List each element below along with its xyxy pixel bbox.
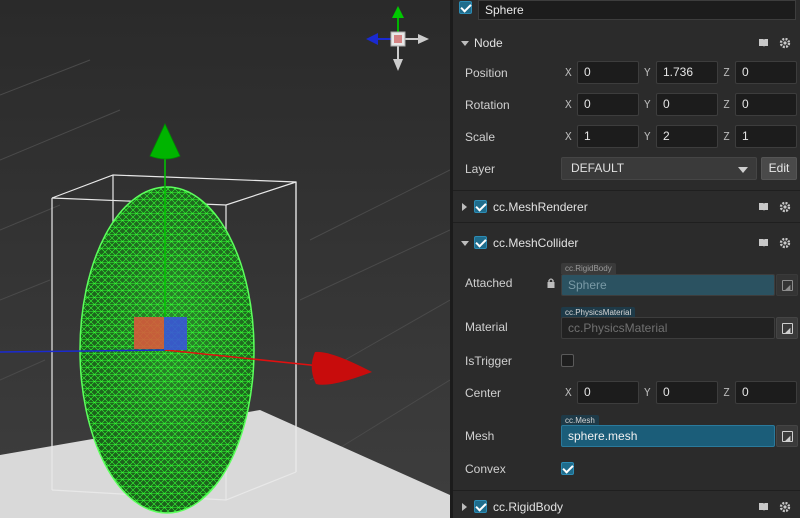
scale-row: Scale X 1 Y 2 Z 1: [453, 124, 800, 150]
center-y-input[interactable]: 0: [656, 381, 718, 404]
attached-label: Attached: [465, 276, 513, 290]
chevron-down-icon: [738, 167, 748, 173]
scene-viewport[interactable]: [0, 0, 450, 518]
attached-type-tag: cc.RigidBody: [561, 263, 616, 274]
layer-edit-button[interactable]: Edit: [761, 157, 797, 180]
convex-checkbox[interactable]: [561, 462, 574, 475]
axis-z-label: Z: [723, 98, 730, 111]
convex-row: Convex: [453, 458, 800, 482]
layer-row: Layer DEFAULT Edit: [453, 156, 800, 182]
mesh-renderer-enabled-checkbox[interactable]: [474, 200, 487, 213]
axis-x-label: X: [565, 66, 572, 79]
position-z-input[interactable]: 0: [735, 61, 797, 84]
collapse-arrow-icon[interactable]: [461, 41, 469, 46]
scale-y-input[interactable]: 2: [656, 125, 718, 148]
axis-y-label: Y: [644, 130, 651, 143]
axis-y-label: Y: [644, 386, 651, 399]
divider: [453, 190, 800, 191]
mesh-renderer-title: cc.MeshRenderer: [493, 200, 588, 214]
book-icon[interactable]: [758, 202, 769, 212]
axis-z-label: Z: [723, 130, 730, 143]
gear-icon[interactable]: [779, 501, 791, 513]
mesh-collider-title: cc.MeshCollider: [493, 236, 579, 250]
center-label: Center: [465, 386, 502, 400]
book-icon[interactable]: [758, 238, 769, 248]
rotation-x-input[interactable]: 0: [577, 93, 639, 116]
node-name-input[interactable]: Sphere: [478, 0, 796, 20]
attached-row: Attached cc.RigidBody Sphere: [453, 262, 800, 296]
mesh-collider-enabled-checkbox[interactable]: [474, 236, 487, 249]
rotation-row: Rotation X 0 Y 0 Z 0: [453, 92, 800, 118]
node-section-title: Node: [474, 36, 503, 50]
material-field[interactable]: cc.PhysicsMaterial: [561, 317, 775, 339]
axis-z-label: Z: [723, 66, 730, 79]
layer-select-value: DEFAULT: [571, 161, 625, 175]
position-y-input[interactable]: 1.736: [656, 61, 718, 84]
material-row: Material cc.PhysicsMaterial cc.PhysicsMa…: [453, 306, 800, 342]
rigid-body-title: cc.RigidBody: [493, 500, 564, 514]
center-row: Center X 0 Y 0 Z 0: [453, 380, 800, 406]
scale-label: Scale: [465, 130, 496, 144]
mesh-row: Mesh cc.Mesh sphere.mesh: [453, 414, 800, 450]
node-section-header[interactable]: Node: [453, 30, 800, 56]
center-x-input[interactable]: 0: [577, 381, 639, 404]
gizmo-yz-plane[interactable]: [164, 317, 187, 350]
center-z-input[interactable]: 0: [735, 381, 797, 404]
lock-icon: [547, 278, 555, 288]
is-trigger-checkbox[interactable]: [561, 354, 574, 367]
rigid-body-enabled-checkbox[interactable]: [474, 500, 487, 513]
gear-icon[interactable]: [779, 201, 791, 213]
expand-arrow-icon[interactable]: [462, 503, 467, 511]
gear-icon[interactable]: [779, 37, 791, 49]
rigid-body-header[interactable]: cc.RigidBody: [453, 494, 800, 518]
gear-icon[interactable]: [779, 237, 791, 249]
book-icon[interactable]: [758, 502, 769, 512]
rotation-z-input[interactable]: 0: [735, 93, 797, 116]
material-label: Material: [465, 320, 508, 334]
position-x-input[interactable]: 0: [577, 61, 639, 84]
convex-label: Convex: [465, 462, 506, 476]
asset-picker-icon[interactable]: [776, 317, 798, 339]
inspector-panel: Sphere Node Position X 0 Y 1.736 Z 0 Rot…: [453, 0, 800, 518]
divider: [453, 490, 800, 491]
scale-x-input[interactable]: 1: [577, 125, 639, 148]
axis-x-label: X: [565, 130, 572, 143]
asset-picker-icon: [776, 274, 798, 296]
position-row: Position X 0 Y 1.736 Z 0: [453, 60, 800, 86]
gizmo-xy-plane[interactable]: [134, 317, 164, 349]
layer-label: Layer: [465, 162, 496, 176]
mesh-field[interactable]: sphere.mesh: [561, 425, 775, 447]
rotation-label: Rotation: [465, 98, 510, 112]
is-trigger-label: IsTrigger: [465, 354, 512, 368]
axis-x-label: X: [565, 98, 572, 111]
mesh-collider-header[interactable]: cc.MeshCollider: [453, 230, 800, 256]
axis-y-label: Y: [644, 98, 651, 111]
collapse-arrow-icon[interactable]: [461, 241, 469, 246]
scale-z-input[interactable]: 1: [735, 125, 797, 148]
asset-picker-icon[interactable]: [776, 425, 798, 447]
axis-z-label: Z: [723, 386, 730, 399]
is-trigger-row: IsTrigger: [453, 350, 800, 374]
position-label: Position: [465, 66, 508, 80]
mesh-label: Mesh: [465, 429, 495, 443]
node-active-checkbox[interactable]: [459, 1, 472, 14]
node-name-row: Sphere: [453, 0, 800, 22]
axis-x-label: X: [565, 386, 572, 399]
attached-field: Sphere: [561, 274, 775, 296]
rotation-y-input[interactable]: 0: [656, 93, 718, 116]
layer-select[interactable]: DEFAULT: [561, 157, 757, 180]
mesh-renderer-header[interactable]: cc.MeshRenderer: [453, 194, 800, 220]
expand-arrow-icon[interactable]: [462, 203, 467, 211]
divider: [453, 222, 800, 223]
scene-canvas[interactable]: [0, 0, 450, 518]
book-icon[interactable]: [758, 38, 769, 48]
axis-y-label: Y: [644, 66, 651, 79]
